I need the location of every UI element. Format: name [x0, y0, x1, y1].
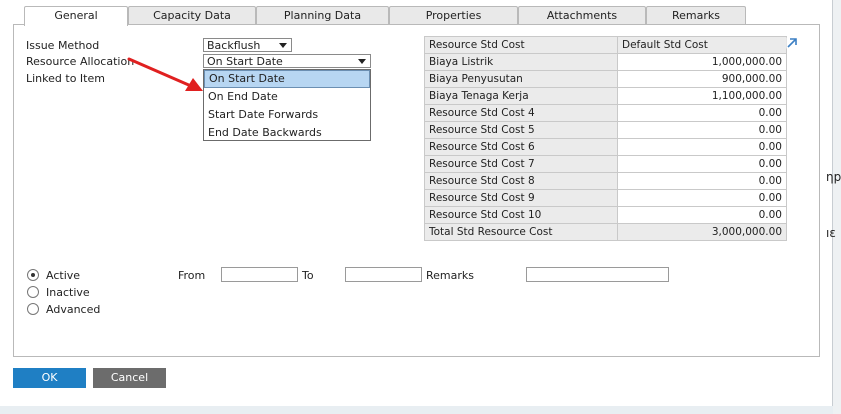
to-date-input[interactable] [345, 267, 422, 282]
background-text-clip-1: ηp [826, 170, 841, 184]
resource-allocation-label: Resource Allocation [26, 55, 135, 68]
table-row[interactable]: Resource Std Cost 4 0.00 [424, 104, 787, 122]
resource-allocation-value: On Start Date [207, 55, 283, 68]
resource-window: General Capacity Data Planning Data Prop… [0, 0, 833, 406]
background-text-clip-2: ıε [826, 226, 836, 240]
tab-capacity-data[interactable]: Capacity Data [128, 6, 256, 24]
ok-button[interactable]: OK [13, 368, 86, 388]
table-row[interactable]: Resource Std Cost 9 0.00 [424, 189, 787, 207]
cost-value[interactable]: 1,000,000.00 [617, 53, 787, 71]
dropdown-option-on-end-date[interactable]: On End Date [204, 88, 370, 106]
resource-allocation-dropdown: On Start Date On End Date Start Date For… [203, 69, 371, 141]
cost-name: Resource Std Cost 8 [424, 172, 618, 190]
column-header-default-std-cost: Default Std Cost [617, 36, 787, 54]
cost-name: Resource Std Cost 7 [424, 155, 618, 173]
issue-method-label: Issue Method [26, 39, 100, 52]
column-header-resource-std-cost: Resource Std Cost [424, 36, 618, 54]
active-radio[interactable] [27, 269, 39, 281]
cost-name: Biaya Penyusutan [424, 70, 618, 88]
remarks-label: Remarks [426, 269, 474, 282]
table-row[interactable]: Resource Std Cost 8 0.00 [424, 172, 787, 190]
cost-value[interactable]: 0.00 [617, 138, 787, 156]
cost-name: Biaya Tenaga Kerja [424, 87, 618, 105]
cost-value[interactable]: 0.00 [617, 121, 787, 139]
dropdown-option-on-start-date[interactable]: On Start Date [204, 70, 370, 88]
cost-name: Resource Std Cost 5 [424, 121, 618, 139]
tab-general[interactable]: General [24, 6, 128, 26]
table-row[interactable]: Resource Std Cost 7 0.00 [424, 155, 787, 173]
cancel-button[interactable]: Cancel [93, 368, 166, 388]
cost-value[interactable]: 900,000.00 [617, 70, 787, 88]
active-label: Active [46, 269, 81, 282]
chevron-down-icon [279, 43, 287, 48]
total-name: Total Std Resource Cost [424, 223, 618, 241]
red-arrow-icon [127, 57, 203, 91]
expand-arrow-icon[interactable] [786, 37, 798, 49]
from-date-input[interactable] [221, 267, 298, 282]
advanced-label: Advanced [46, 303, 101, 316]
tab-remarks[interactable]: Remarks [646, 6, 746, 24]
inactive-radio[interactable] [27, 286, 39, 298]
cost-value[interactable]: 0.00 [617, 206, 787, 224]
cost-value[interactable]: 1,100,000.00 [617, 87, 787, 105]
cost-value[interactable]: 0.00 [617, 155, 787, 173]
inactive-label: Inactive [46, 286, 90, 299]
cost-value[interactable]: 0.00 [617, 189, 787, 207]
cost-name: Biaya Listrik [424, 53, 618, 71]
remarks-input[interactable] [526, 267, 669, 282]
table-row[interactable]: Resource Std Cost 6 0.00 [424, 138, 787, 156]
table-row[interactable]: Resource Std Cost 10 0.00 [424, 206, 787, 224]
to-label: To [302, 269, 314, 282]
chevron-down-icon [358, 59, 366, 64]
dropdown-option-start-date-forwards[interactable]: Start Date Forwards [204, 106, 370, 124]
advanced-radio[interactable] [27, 303, 39, 315]
issue-method-select[interactable]: Backflush [203, 38, 292, 52]
table-row[interactable]: Biaya Listrik 1,000,000.00 [424, 53, 787, 71]
table-header-row: Resource Std Cost Default Std Cost [424, 36, 787, 54]
issue-method-value: Backflush [207, 39, 261, 52]
total-value: 3,000,000.00 [617, 223, 787, 241]
cost-name: Resource Std Cost 4 [424, 104, 618, 122]
table-row[interactable]: Biaya Tenaga Kerja 1,100,000.00 [424, 87, 787, 105]
tab-attachments[interactable]: Attachments [518, 6, 646, 24]
resource-cost-table: Resource Std Cost Default Std Cost Biaya… [424, 36, 787, 241]
from-label: From [178, 269, 206, 282]
linked-to-item-label: Linked to Item [26, 72, 105, 85]
background-window-strip [833, 0, 841, 414]
cost-value[interactable]: 0.00 [617, 104, 787, 122]
cost-value[interactable]: 0.00 [617, 172, 787, 190]
table-row[interactable]: Biaya Penyusutan 900,000.00 [424, 70, 787, 88]
tab-properties[interactable]: Properties [389, 6, 518, 24]
cost-name: Resource Std Cost 9 [424, 189, 618, 207]
dropdown-option-end-date-backwards[interactable]: End Date Backwards [204, 124, 370, 142]
table-row[interactable]: Resource Std Cost 5 0.00 [424, 121, 787, 139]
total-row: Total Std Resource Cost 3,000,000.00 [424, 223, 787, 241]
tab-planning-data[interactable]: Planning Data [256, 6, 389, 24]
resource-allocation-select[interactable]: On Start Date [203, 54, 371, 68]
cost-name: Resource Std Cost 10 [424, 206, 618, 224]
cost-name: Resource Std Cost 6 [424, 138, 618, 156]
